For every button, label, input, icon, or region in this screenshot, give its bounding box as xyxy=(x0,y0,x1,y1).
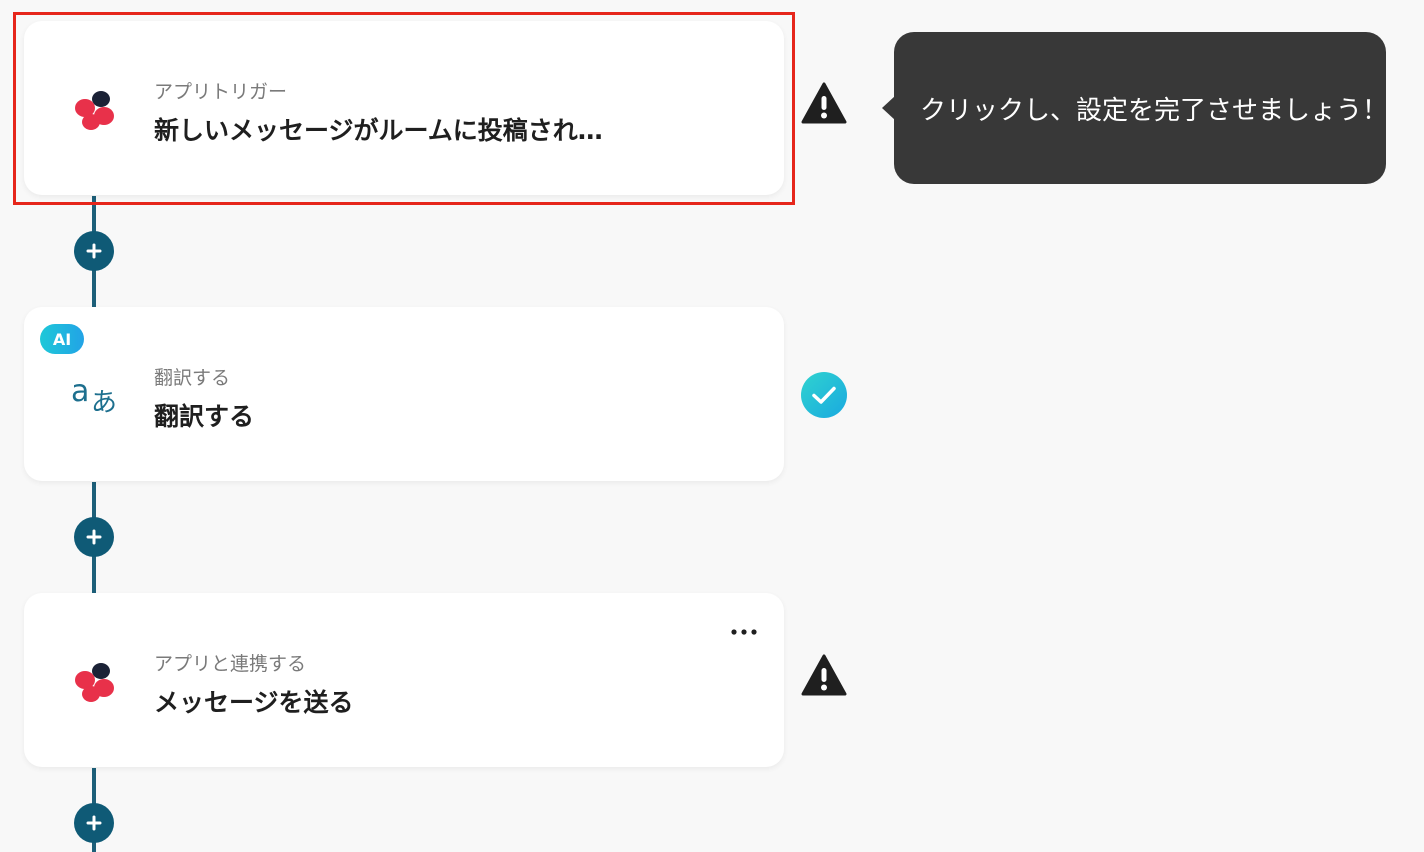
translate-icon: a あ xyxy=(71,374,117,418)
ai-badge: AI xyxy=(40,324,84,354)
plus-icon xyxy=(86,815,102,831)
step-card-send-message[interactable]: アプリと連携する メッセージを送る xyxy=(24,593,784,767)
more-options-icon xyxy=(731,629,757,635)
highlight-frame xyxy=(13,12,795,205)
step-card-translate[interactable]: a あ 翻訳する 翻訳する xyxy=(24,307,784,481)
svg-text:a: a xyxy=(71,374,89,409)
flow-canvas: アプリトリガー 新しいメッセージがルームに投稿され… クリックし、設定を完了させ… xyxy=(0,0,1424,852)
step-title: メッセージを送る xyxy=(154,688,354,717)
add-step-button[interactable] xyxy=(74,517,114,557)
step-type-label: アプリと連携する xyxy=(154,653,307,675)
svg-text:あ: あ xyxy=(91,388,117,418)
more-options-button[interactable] xyxy=(724,618,764,646)
warning-icon xyxy=(801,654,847,696)
plus-icon xyxy=(86,243,102,259)
step-type-label: 翻訳する xyxy=(154,367,231,389)
step-title: 翻訳する xyxy=(154,402,255,431)
tooltip-text: クリックし、設定を完了させましょう！ xyxy=(920,95,1389,126)
add-step-button[interactable] xyxy=(74,231,114,271)
chatwork-logo-icon xyxy=(75,663,114,702)
add-step-button[interactable] xyxy=(74,803,114,843)
warning-icon xyxy=(801,82,847,124)
guide-tooltip: クリックし、設定を完了させましょう！ xyxy=(894,32,1389,184)
check-icon xyxy=(801,372,847,418)
plus-icon xyxy=(86,529,102,545)
